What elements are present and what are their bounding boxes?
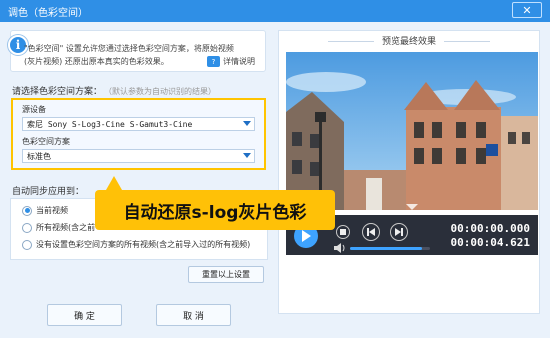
close-icon: ✕: [522, 3, 532, 17]
device-select[interactable]: 索尼 Sony S-Log3-Cine S-Gamut3-Cine: [22, 117, 255, 131]
stop-icon: [340, 229, 346, 235]
sync-option-current[interactable]: 当前视频: [22, 205, 68, 216]
sync-label: 自动同步应用到：: [12, 187, 85, 197]
chevron-down-icon: [243, 121, 251, 126]
video-frame-image: [286, 52, 538, 210]
radio-icon[interactable]: [22, 239, 32, 250]
sync-option-all[interactable]: 所有视频(含之前: [22, 222, 95, 233]
video-preview: [286, 52, 538, 210]
next-frame-button[interactable]: [390, 223, 408, 241]
color-space-value: 标准色: [27, 151, 51, 161]
sync-option-label: 当前视频: [36, 206, 68, 215]
previous-frame-button[interactable]: [362, 223, 380, 241]
device-value: 索尼 Sony S-Log3-Cine S-Gamut3-Cine: [27, 119, 193, 129]
chevron-down-icon: [243, 153, 251, 158]
volume-slider-track[interactable]: [350, 247, 430, 250]
title-bar: 调色（色彩空间） ✕: [0, 0, 550, 22]
stop-button[interactable]: [336, 225, 350, 239]
previous-icon: [367, 228, 375, 236]
sync-option-unset[interactable]: 没有设置色彩空间方案的所有视频(含之前导入过的所有视频): [22, 239, 250, 250]
help-icon: ?: [207, 56, 220, 67]
scheme-label: 请选择色彩空间方案： （默认参数为自动识别的结果）: [12, 84, 216, 97]
caption-text: 自动还原s-log灰片色彩: [123, 202, 307, 223]
play-icon: [302, 230, 311, 242]
reset-button[interactable]: 重置以上设置: [188, 266, 264, 283]
help-label: 详情说明: [223, 57, 255, 66]
help-link[interactable]: ? 详情说明: [207, 56, 255, 67]
color-space-label: 色彩空间方案: [22, 137, 70, 146]
total-time: 00:00:04.621: [450, 236, 530, 249]
current-time: 00:00:00.000: [450, 222, 530, 235]
device-label: 源设备: [22, 105, 46, 114]
volume-icon[interactable]: [334, 243, 346, 253]
sync-option-label: 所有视频(含之前: [36, 223, 96, 232]
preview-title: 预览最终效果: [278, 34, 540, 47]
radio-icon[interactable]: [22, 222, 32, 233]
close-button[interactable]: ✕: [512, 2, 542, 18]
scheme-hint: （默认参数为自动识别的结果）: [108, 87, 217, 96]
caption-banner: 自动还原s-log灰片色彩: [95, 190, 335, 230]
scheme-title: 请选择色彩空间方案：: [12, 87, 103, 97]
caption-pointer: [106, 176, 122, 190]
window-title: 调色（色彩空间）: [8, 7, 88, 19]
radio-checked-icon[interactable]: [22, 205, 32, 216]
volume-slider-fill: [350, 247, 422, 250]
next-icon: [395, 228, 403, 236]
cancel-button[interactable]: 取 消: [156, 304, 231, 326]
sync-option-label: 没有设置色彩空间方案的所有视频(含之前导入过的所有视频): [36, 240, 251, 249]
ok-button[interactable]: 确 定: [47, 304, 122, 326]
info-line-1: "色彩空间" 设置允许您通过选择色彩空间方案，将原始视频: [24, 44, 234, 53]
color-space-select[interactable]: 标准色: [22, 149, 255, 163]
